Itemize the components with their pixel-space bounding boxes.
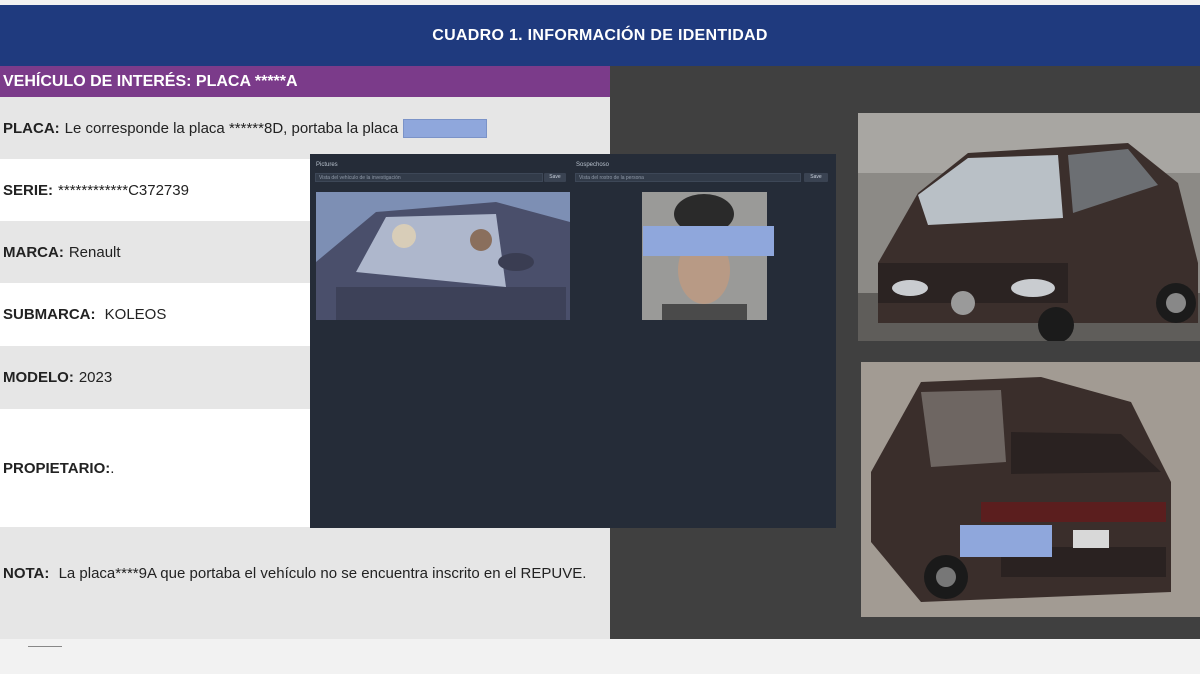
overlay-right-input[interactable]: Vista del rostro de la persona [575,173,801,182]
row-placa: PLACA: Le corresponde la placa ******8D,… [0,97,610,159]
value-propietario: . [110,459,115,477]
label-serie: SERIE: [3,181,54,199]
label-submarca: SUBMARCA: [3,306,96,323]
value-serie: ************C372739 [58,181,189,199]
face-redaction [643,226,774,256]
divider [28,646,62,647]
row-nota: NOTA: La placa****9A que portaba el vehí… [0,527,610,639]
header-title: CUADRO 1. INFORMACIÓN DE IDENTIDAD [432,26,768,44]
driver-image [316,192,570,320]
plate-redaction [960,525,1052,557]
label-propietario: PROPIETARIO: [3,459,111,477]
car-front-image [858,113,1200,341]
car-rear-image [861,362,1200,617]
value-nota: La placa****9A que portaba el vehículo n… [58,565,587,582]
overlay-right-label: Sospechoso [576,162,610,168]
label-modelo: MODELO: [3,369,74,386]
photo-car-front [858,113,1200,341]
photo-car-rear [861,362,1200,617]
overlay-left-input[interactable]: Vista del vehículo de la investigación [315,173,543,182]
overlay-right-save-button[interactable]: Save [804,173,828,182]
vehicle-title: VEHÍCULO DE INTERÉS: PLACA *****A [0,66,610,97]
suspect-image [642,192,767,320]
overlay-left-label: Pictures [316,162,338,168]
label-nota: NOTA: [3,565,50,582]
page-header: CUADRO 1. INFORMACIÓN DE IDENTIDAD [0,5,1200,66]
value-submarca: KOLEOS [100,306,167,323]
value-modelo: 2023 [78,369,113,386]
overlay-left-save-button[interactable]: Save [544,173,566,182]
value-marca: Renault [68,243,121,261]
redaction-box [403,118,488,138]
label-marca: MARCA: [3,243,64,261]
value-placa: Le corresponde la placa ******8D, portab… [64,119,399,137]
label-placa: PLACA: [3,119,60,137]
photo-suspect [642,192,767,320]
photo-driver [316,192,570,320]
